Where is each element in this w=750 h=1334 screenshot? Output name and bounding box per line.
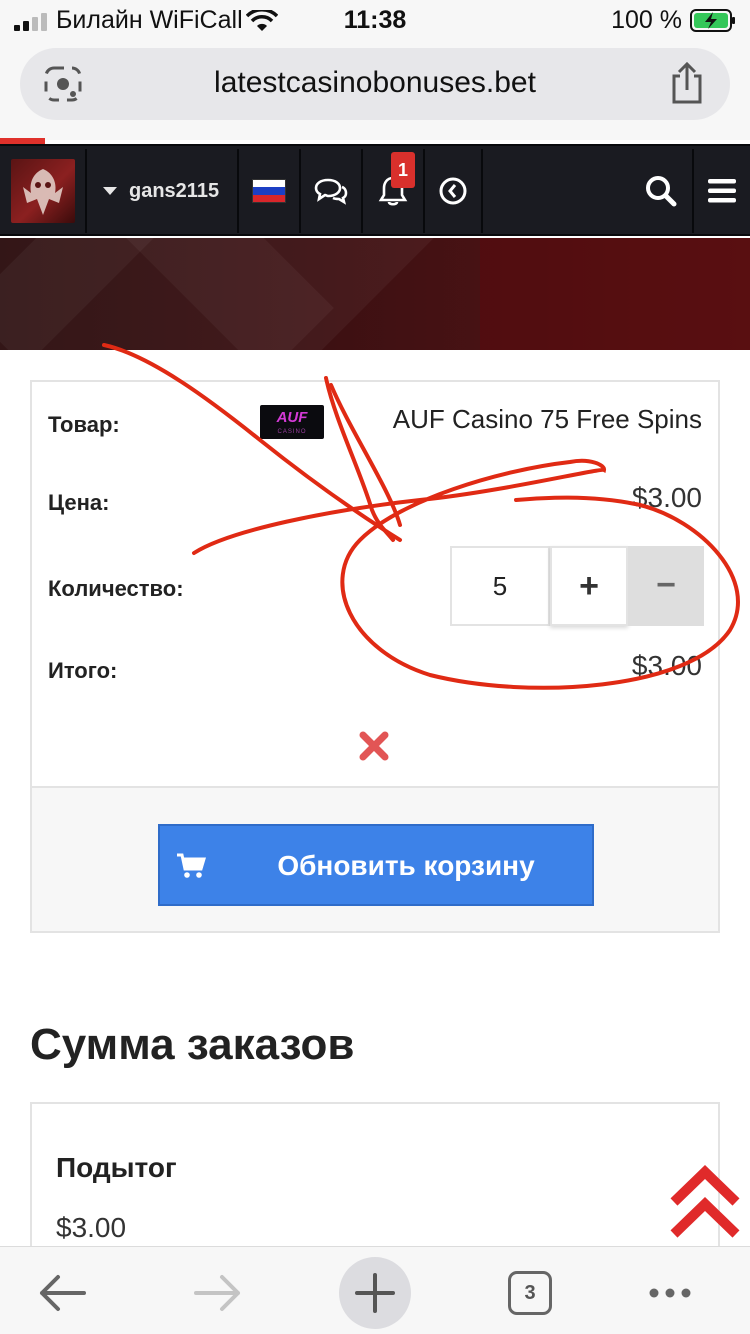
- language-selector[interactable]: [239, 149, 301, 233]
- line-total: $3.00: [631, 650, 702, 681]
- quantity-input[interactable]: 5: [450, 546, 550, 626]
- order-summary-title: Сумма заказов: [30, 1020, 355, 1069]
- menu-icon: [708, 179, 736, 203]
- history-button[interactable]: [425, 149, 483, 233]
- history-clock-icon: [439, 177, 467, 205]
- arrow-left-icon: [40, 1275, 86, 1311]
- shopping-cart-icon: [177, 853, 206, 878]
- update-cart-button[interactable]: Обновить корзину: [158, 824, 594, 906]
- product-label: Товар:: [48, 412, 120, 437]
- hamburger-menu-button[interactable]: [692, 149, 750, 233]
- price-label: Цена:: [48, 490, 110, 515]
- url-text[interactable]: latestcasinobonuses.bet: [20, 66, 730, 100]
- battery-charging-icon: [690, 9, 735, 32]
- new-tab-button[interactable]: [339, 1257, 411, 1329]
- product-price: $3.00: [631, 482, 702, 513]
- status-bar: Билайн WiFiCall 11:38 100 %: [0, 0, 750, 40]
- plus-icon: [355, 1273, 395, 1313]
- quantity-label: Количество:: [48, 576, 184, 601]
- subtotal-value: $3.00: [56, 1212, 127, 1243]
- back-button[interactable]: [26, 1257, 98, 1329]
- cart-table: Товар: AUF CASINO AUF Casino 75 Free Spi…: [30, 380, 720, 933]
- site-logo: [10, 159, 75, 223]
- update-cart-label: Обновить корзину: [277, 850, 535, 881]
- battery-percentage: 100 %: [611, 6, 682, 34]
- arrow-right-icon: [194, 1275, 240, 1311]
- browser-bottom-bar: 3: [0, 1246, 750, 1334]
- cart-actions: Обновить корзину: [32, 786, 718, 931]
- page-banner: [0, 238, 750, 350]
- browser-toolbar: latestcasinobonuses.bet: [0, 40, 750, 140]
- search-button[interactable]: [628, 149, 694, 233]
- address-bar[interactable]: latestcasinobonuses.bet: [20, 48, 730, 120]
- user-menu[interactable]: gans2115: [87, 149, 239, 233]
- messages-button[interactable]: [301, 149, 363, 233]
- total-label: Итого:: [48, 658, 118, 683]
- search-icon: [646, 176, 677, 207]
- chat-bubbles-icon: [314, 178, 348, 205]
- subtotal-label: Подытог: [56, 1152, 177, 1183]
- scroll-to-top-icon[interactable]: [666, 1164, 744, 1240]
- quantity-increase-button[interactable]: +: [550, 546, 628, 626]
- tab-count: 3: [508, 1271, 552, 1315]
- remove-item-icon[interactable]: [358, 730, 390, 762]
- more-dots-icon: [649, 1288, 691, 1298]
- more-menu-button[interactable]: [634, 1257, 706, 1329]
- notification-badge: 1: [391, 152, 415, 188]
- caret-down-icon: [103, 187, 117, 195]
- site-header: gans2115: [0, 144, 750, 236]
- tab-switcher-button[interactable]: 3: [494, 1257, 566, 1329]
- russia-flag-icon: [253, 180, 285, 202]
- site-logo-link[interactable]: [0, 149, 87, 233]
- share-icon[interactable]: [670, 62, 704, 104]
- username: gans2115: [129, 179, 220, 202]
- product-name-link[interactable]: AUF Casino 75 Free Spins: [393, 404, 702, 435]
- product-thumbnail[interactable]: AUF CASINO: [260, 405, 324, 439]
- quantity-decrease-button[interactable]: −: [628, 546, 704, 626]
- forward-button[interactable]: [182, 1257, 254, 1329]
